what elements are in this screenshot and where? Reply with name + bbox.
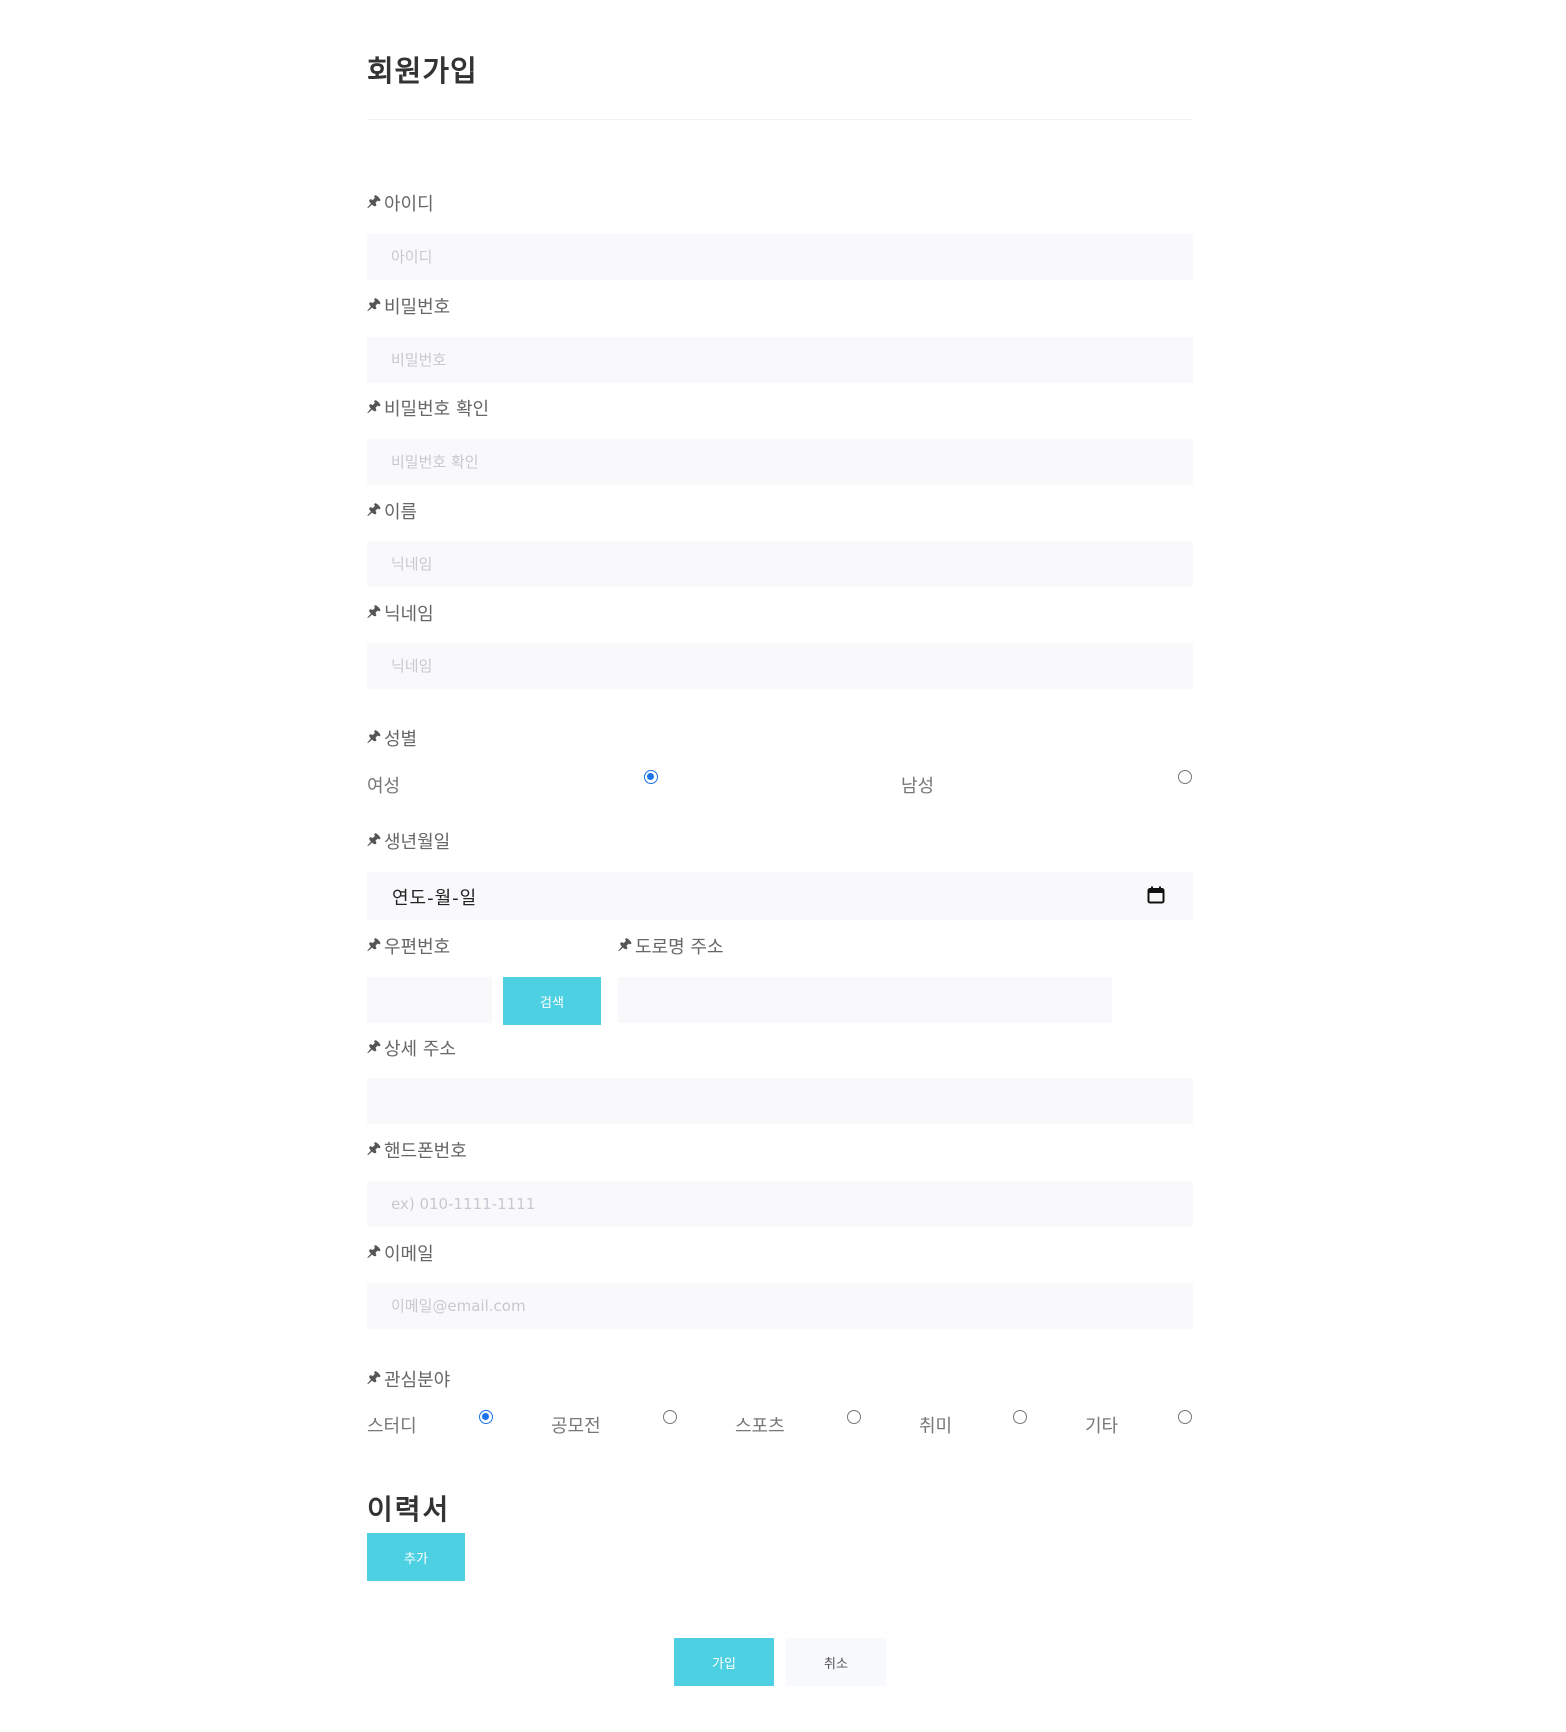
- postal-code-label-text: 우편번호: [384, 937, 451, 958]
- detail-address-label: 🖈︎ 상세 주소: [367, 1035, 456, 1061]
- email-label-text: 이메일: [384, 1244, 434, 1265]
- interest-option-label: 공모전: [551, 1416, 601, 1437]
- interest-option-radio[interactable]: [1013, 1410, 1027, 1424]
- address-search-button[interactable]: 검색: [503, 977, 601, 1025]
- password-confirm-input[interactable]: [367, 439, 1193, 485]
- postal-code-input[interactable]: [367, 977, 492, 1023]
- title-divider: [367, 119, 1193, 120]
- pin-icon: 🖈︎: [367, 396, 381, 415]
- gender-label: 🖈︎ 성별: [367, 725, 417, 751]
- gender-option-male-radio[interactable]: [1178, 770, 1192, 784]
- interests-label-text: 관심분야: [384, 1370, 451, 1391]
- pin-icon: 🖈︎: [618, 934, 632, 953]
- calendar-icon[interactable]: [1147, 886, 1165, 904]
- password-label-text: 비밀번호: [384, 297, 451, 318]
- pin-icon: 🖈︎: [367, 1036, 381, 1055]
- road-address-label: 🖈︎ 도로명 주소: [618, 933, 724, 959]
- detail-address-label-text: 상세 주소: [384, 1039, 456, 1060]
- interest-option-radio[interactable]: [479, 1410, 493, 1424]
- password-label: 🖈︎ 비밀번호: [367, 293, 450, 319]
- pin-icon: 🖈︎: [367, 499, 381, 518]
- interest-option-radio[interactable]: [847, 1410, 861, 1424]
- gender-radio-group: 여성 남성: [367, 770, 1193, 800]
- phone-label: 🖈︎ 핸드폰번호: [367, 1137, 467, 1163]
- username-label-text: 아이디: [384, 194, 434, 215]
- name-label: 🖈︎ 이름: [367, 498, 417, 524]
- page-title: 회원가입: [367, 54, 478, 88]
- password-confirm-label: 🖈︎ 비밀번호 확인: [367, 395, 489, 421]
- pin-icon: 🖈︎: [367, 726, 381, 745]
- username-label: 🖈︎ 아이디: [367, 190, 434, 216]
- nickname-label-text: 닉네임: [384, 604, 434, 625]
- pin-icon: 🖈︎: [367, 1138, 381, 1157]
- signup-page: 회원가입 🖈︎ 아이디 🖈︎ 비밀번호 🖈︎ 비밀번호 확인 🖈︎ 이름 🖈︎: [0, 0, 1566, 1732]
- phone-input[interactable]: [367, 1181, 1193, 1227]
- postal-code-label: 🖈︎ 우편번호: [367, 933, 450, 959]
- birthdate-value: 연도-월-일: [392, 888, 478, 909]
- submit-button[interactable]: 가입: [674, 1638, 774, 1686]
- resume-title: 이력서: [367, 1493, 451, 1526]
- pin-icon: 🖈︎: [367, 601, 381, 620]
- pin-icon: 🖈︎: [367, 294, 381, 313]
- interest-option-radio[interactable]: [663, 1410, 677, 1424]
- interest-option-radio[interactable]: [1178, 1410, 1192, 1424]
- password-input[interactable]: [367, 337, 1193, 383]
- interest-option-label: 스포츠: [735, 1416, 785, 1437]
- email-label: 🖈︎ 이메일: [367, 1240, 434, 1266]
- pin-icon: 🖈︎: [367, 1367, 381, 1386]
- road-address-label-text: 도로명 주소: [635, 937, 724, 958]
- gender-option-female-label: 여성: [367, 776, 401, 797]
- interests-radio-group: 스터디 공모전 스포츠 취미 기타: [367, 1410, 1193, 1440]
- resume-add-button[interactable]: 추가: [367, 1533, 465, 1581]
- birthdate-label-text: 생년월일: [384, 832, 451, 853]
- interest-option-label: 취미: [919, 1416, 953, 1437]
- birthdate-input[interactable]: 연도-월-일: [367, 872, 1193, 920]
- email-input[interactable]: [367, 1283, 1193, 1329]
- gender-option-male-label: 남성: [901, 776, 935, 797]
- cancel-button[interactable]: 취소: [786, 1638, 886, 1686]
- pin-icon: 🖈︎: [367, 1241, 381, 1260]
- nickname-label: 🖈︎ 닉네임: [367, 600, 434, 626]
- username-input[interactable]: [367, 234, 1193, 280]
- name-label-text: 이름: [384, 502, 418, 523]
- nickname-input[interactable]: [367, 643, 1193, 689]
- interest-option-label: 기타: [1085, 1416, 1119, 1437]
- gender-label-text: 성별: [384, 729, 418, 750]
- pin-icon: 🖈︎: [367, 829, 381, 848]
- password-confirm-label-text: 비밀번호 확인: [384, 399, 490, 420]
- interests-label: 🖈︎ 관심분야: [367, 1366, 450, 1392]
- road-address-input[interactable]: [618, 977, 1112, 1023]
- interest-option-label: 스터디: [367, 1416, 417, 1437]
- birthdate-label: 🖈︎ 생년월일: [367, 828, 450, 854]
- pin-icon: 🖈︎: [367, 934, 381, 953]
- gender-option-female-radio[interactable]: [644, 770, 658, 784]
- detail-address-input[interactable]: [367, 1078, 1193, 1124]
- phone-label-text: 핸드폰번호: [384, 1141, 467, 1162]
- name-input[interactable]: [367, 541, 1193, 587]
- pin-icon: 🖈︎: [367, 191, 381, 210]
